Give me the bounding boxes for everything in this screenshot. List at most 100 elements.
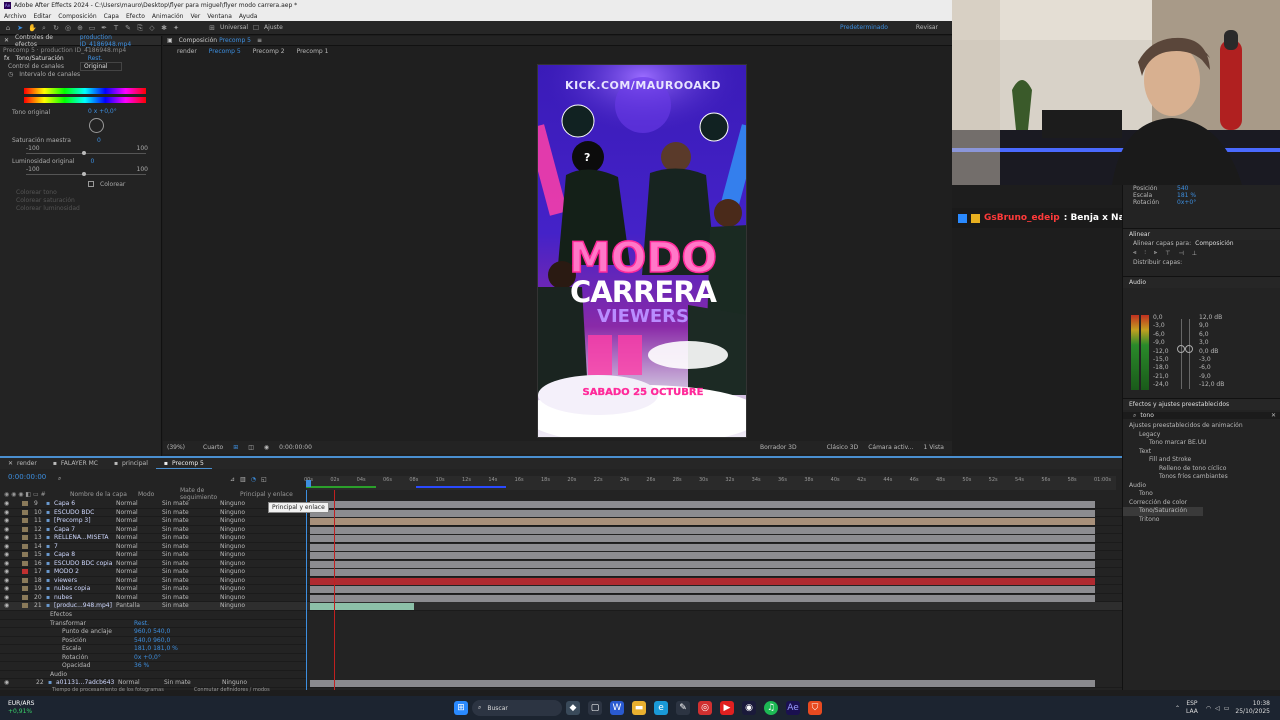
colorear-checkbox[interactable] [88, 181, 94, 187]
layer-mode[interactable]: Normal [116, 594, 154, 601]
menu-ayuda[interactable]: Ayuda [239, 13, 258, 20]
layer-duration-bar[interactable] [310, 560, 1095, 568]
comp-tab[interactable]: ▣ Composición Precomp 5 ≡ [163, 36, 952, 46]
crumb-precomp5[interactable]: Precomp 5 [209, 48, 241, 55]
layer-parent[interactable]: Ninguno [212, 679, 262, 686]
col-layer-name[interactable]: Nombre de la capa [70, 491, 134, 498]
layer-mode[interactable]: Normal [116, 551, 154, 558]
audio-knob-2[interactable] [1185, 345, 1193, 353]
layer-mode[interactable]: Normal [118, 679, 156, 686]
pos-value[interactable]: 540 [1177, 185, 1188, 192]
volume-icon[interactable]: ◁ [1215, 705, 1220, 712]
youtube-icon[interactable]: ▶ [720, 701, 734, 715]
lum-slider[interactable] [26, 174, 146, 175]
fx-presets-header[interactable]: Efectos y ajustes preestablecidos [1123, 398, 1280, 410]
timeline-tab-falayer[interactable]: ▪ FALAYER MC [45, 458, 106, 469]
edge-icon[interactable]: e [654, 701, 668, 715]
visibility-eye-icon[interactable]: ◉ [0, 500, 22, 507]
layer-row[interactable]: ◉ 12 ▪ Capa 7 Normal Sin mate Ninguno [0, 526, 1122, 534]
borrador-3d-toggle[interactable]: Borrador 3D [760, 444, 797, 451]
layer-matte[interactable]: Sin mate [154, 500, 210, 507]
brave-icon[interactable]: ⛉ [808, 701, 822, 715]
layer-row[interactable]: ◉ 17 ▪ MODO 2 Normal Sin mate Ninguno [0, 568, 1122, 577]
layer-mode[interactable]: Normal [116, 500, 154, 507]
layer-label-color[interactable] [22, 501, 28, 507]
visibility-eye-icon[interactable]: ◉ [0, 585, 22, 592]
layer-parent[interactable]: Ninguno [210, 509, 260, 516]
brush-tool-icon[interactable]: ✎ [124, 24, 132, 32]
fx-search-value[interactable]: tono [1140, 412, 1154, 419]
col-mode[interactable]: Modo [138, 491, 176, 498]
layer-parent[interactable]: Ninguno [210, 560, 260, 567]
battery-icon[interactable]: ▭ [1224, 705, 1230, 712]
layer-duration-bar[interactable] [310, 594, 1095, 602]
layer-row[interactable]: ◉ 20 ▪ nubes Normal Sin mate Ninguno [0, 594, 1122, 602]
layer-duration-bar[interactable] [310, 552, 1095, 559]
mask-icon[interactable]: ◫ [248, 444, 254, 451]
layer-matte[interactable]: Sin mate [154, 560, 210, 567]
layer-mode[interactable]: Normal [116, 585, 154, 592]
text-tool-icon[interactable]: T [112, 24, 120, 32]
col-parent[interactable]: Principal y enlace [240, 491, 293, 498]
wifi-icon[interactable]: ◠ [1206, 705, 1211, 712]
audio-slider-left[interactable] [1181, 319, 1182, 389]
layer-name[interactable]: ESCUDO BDC [54, 509, 116, 516]
layer-mode[interactable]: Normal [116, 577, 154, 584]
layer-label-color[interactable] [22, 586, 28, 592]
timeline-tab-render[interactable]: ✕ render [0, 458, 45, 469]
property-value[interactable]: 0x +0,0° [134, 654, 161, 661]
layer-mode[interactable]: Pantalla [116, 602, 154, 609]
chrome-icon[interactable]: ◎ [698, 701, 712, 715]
frame-blend-icon[interactable]: ▥ [240, 476, 246, 483]
col-matte[interactable]: Mate de seguimiento [180, 487, 236, 501]
fx-search[interactable]: ⌕ tono ✕ [1123, 412, 1280, 419]
layer-duration-bar[interactable] [310, 586, 1095, 593]
layer-parent[interactable]: Ninguno [210, 577, 260, 584]
visibility-eye-icon[interactable]: ◉ [0, 526, 22, 533]
task-view-icon[interactable]: ▢ [588, 701, 602, 715]
obs-icon[interactable]: ◉ [742, 701, 756, 715]
layer-duration-bar[interactable] [310, 509, 1095, 517]
canal-dropdown[interactable]: Original [80, 61, 123, 71]
layer-row[interactable]: ◉ 10 ▪ ESCUDO BDC Normal Sin mate Ninguno [0, 509, 1122, 517]
layer-row[interactable]: ◉ 9 ▪ Capa 6 Normal Sin mate Ninguno [0, 500, 1122, 509]
taskbar-search[interactable]: ⌕ Buscar [472, 700, 562, 716]
layer-name[interactable]: a01131...7adcb643 [56, 679, 118, 686]
property-row[interactable]: Efectos [0, 611, 306, 620]
layer-mode[interactable]: Normal [116, 560, 154, 567]
tree-tono[interactable]: Tono [1123, 490, 1280, 499]
property-value[interactable]: 181,0 181,0 % [134, 645, 178, 652]
camera-tool-icon[interactable]: ◎ [64, 24, 72, 32]
visibility-eye-icon[interactable]: ◉ [0, 543, 22, 550]
layer-parent[interactable]: Ninguno [210, 534, 260, 541]
menu-icon[interactable]: ≡ [257, 37, 262, 44]
effect-reset-link[interactable]: Rest. [88, 55, 103, 62]
hue-dial[interactable] [89, 118, 104, 133]
layer-duration-bar[interactable] [310, 680, 1095, 687]
graph-editor-icon[interactable]: ◱ [261, 476, 267, 483]
layer-label-color[interactable] [22, 577, 28, 583]
layer-label-color[interactable] [22, 526, 28, 532]
layer-duration-bar[interactable] [310, 526, 1095, 534]
layer-name[interactable]: Capa 8 [54, 551, 116, 558]
visibility-eye-icon[interactable]: ◉ [0, 577, 22, 584]
property-row[interactable]: Escala 181,0 181,0 % [0, 645, 306, 654]
layer-matte[interactable]: Sin mate [156, 679, 212, 686]
layer-name[interactable]: RELLENA...MISETA [54, 534, 116, 541]
layer-name[interactable]: Capa 7 [54, 526, 116, 533]
puppet-tool-icon[interactable]: ✦ [172, 24, 180, 32]
layer-row[interactable]: ◉ 14 ▪ 7 Normal Sin mate Ninguno [0, 543, 1122, 551]
visibility-eye-icon[interactable]: ◉ [0, 534, 22, 541]
playhead-handle[interactable] [306, 480, 311, 487]
lock-icon[interactable]: ▣ [167, 37, 173, 44]
layer-name[interactable]: [Precomp 3] [54, 517, 116, 524]
menu-animacion[interactable]: Animación [152, 13, 184, 20]
align-bottom-icon[interactable]: ⊥ [1192, 250, 1197, 257]
spotify-icon[interactable]: ♫ [764, 701, 778, 715]
layer-matte[interactable]: Sin mate [154, 602, 210, 609]
pen-app-icon[interactable]: ✎ [676, 701, 690, 715]
visibility-eye-icon[interactable]: ◉ [0, 517, 22, 524]
visibility-eye-icon[interactable]: ◉ [0, 509, 22, 516]
layer-mode[interactable]: Normal [116, 526, 154, 533]
tono-value[interactable]: 0 x +0,0° [88, 108, 117, 115]
